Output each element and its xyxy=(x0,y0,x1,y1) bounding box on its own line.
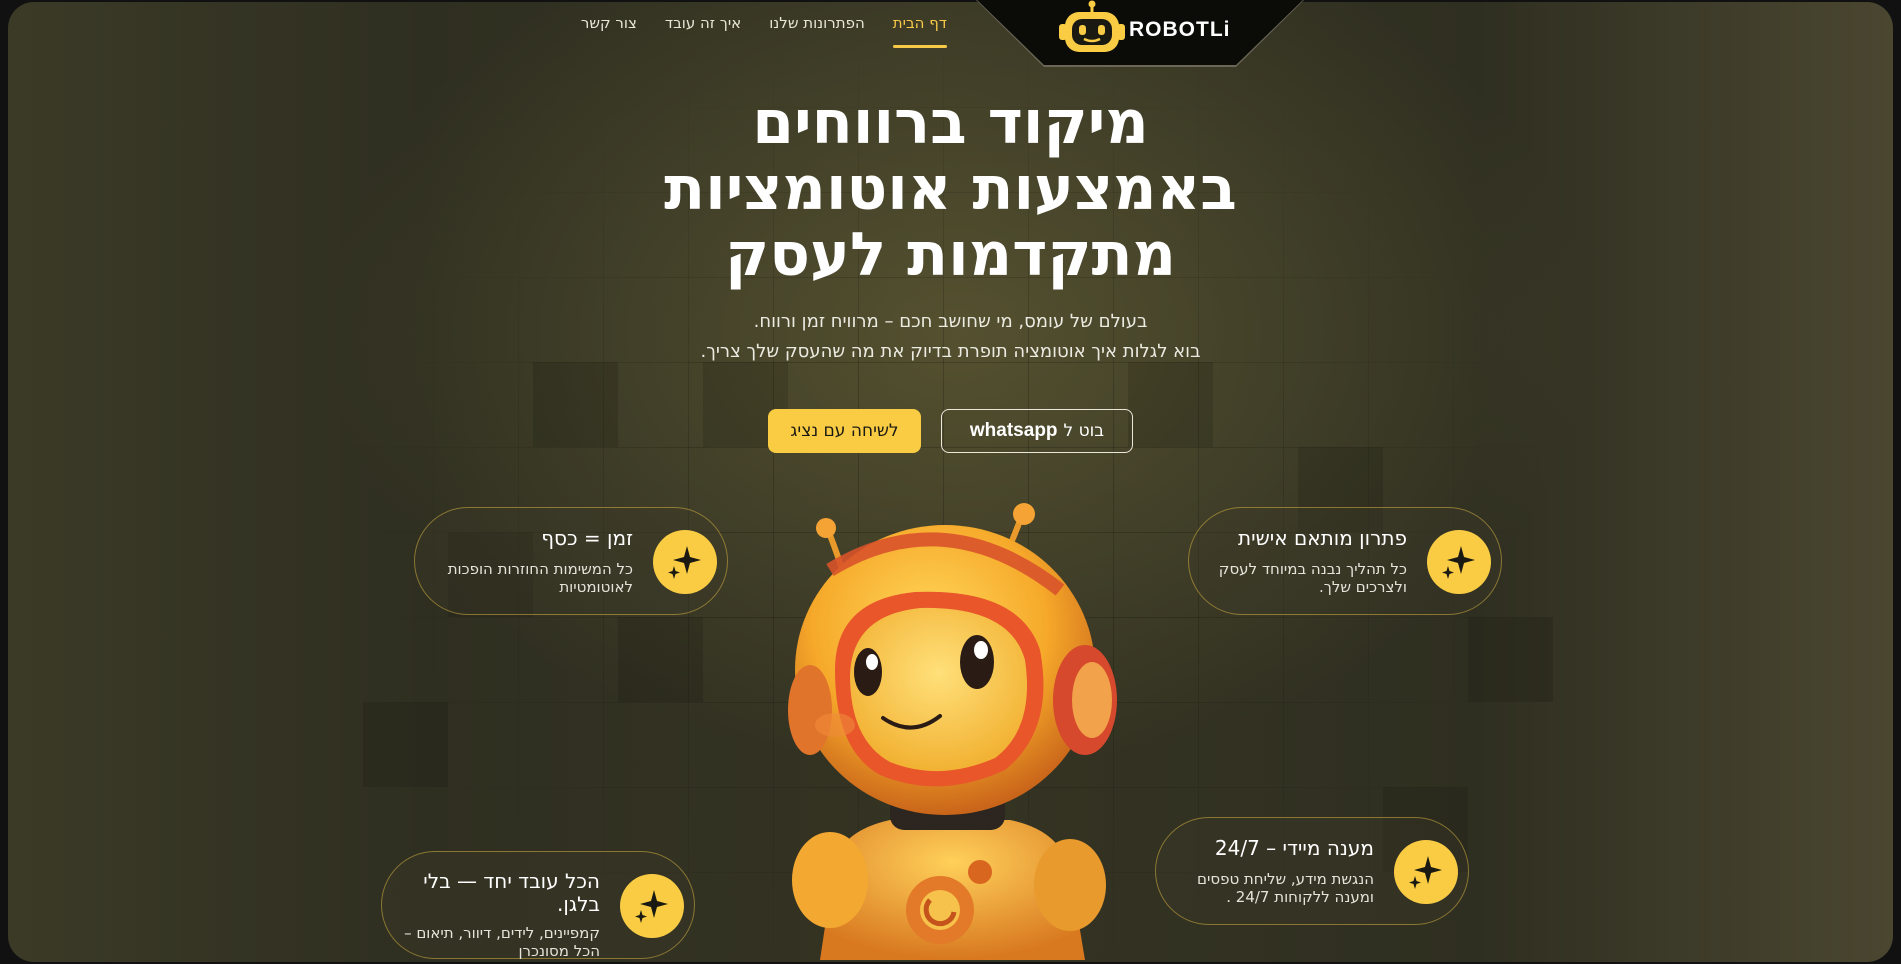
feature-card-custom-solution: פתרון מותאם אישית כל תהליך נבנה במיוחד ל… xyxy=(1188,507,1502,615)
whatsapp-bot-brand: whatsapp xyxy=(969,420,1058,441)
feature-description: הנגשת מידע, שליחת טפסים ומענה ללקוחות 24… xyxy=(1197,870,1374,906)
hero-subtitle: בעולם של עומס, מי שחושב חכם – מרוויח זמן… xyxy=(0,307,1901,367)
main-nav: דף הבית הפתרונות שלנו איך זה עובד צור קש… xyxy=(567,12,961,48)
feature-title: מענה מיידי – 24/7 xyxy=(1214,836,1374,860)
whatsapp-bot-prefix: בוט ל xyxy=(1063,421,1105,441)
hero-title-line: מתקדמות לעסק xyxy=(725,220,1176,290)
feature-badge xyxy=(653,530,717,594)
feature-description: כל המשימות החוזרות הופכות לאוטומטיות xyxy=(447,560,633,596)
hero-title-line: באמצעות אוטומציות xyxy=(664,154,1237,224)
sparkles-icon xyxy=(1409,856,1442,889)
robot-head-icon xyxy=(1059,0,1125,60)
whatsapp-bot-button[interactable]: בוט ל whatsapp xyxy=(941,409,1133,453)
nav-item-contact[interactable]: צור קשר xyxy=(567,12,651,48)
nav-item-home[interactable]: דף הבית xyxy=(879,12,961,48)
nav-item-solutions[interactable]: הפתרונות שלנו xyxy=(755,12,879,48)
sparkles-icon xyxy=(635,890,668,923)
feature-title: הכל עובד יחד — בלי בלגן. xyxy=(423,869,600,916)
feature-badge xyxy=(1427,530,1491,594)
feature-badge xyxy=(1394,840,1458,904)
feature-description: כל תהליך נבנה במיוחד לעסק ולצרכים שלך. xyxy=(1218,560,1407,596)
hero-subtitle-line: בוא לגלות איך אוטומציה תופרת בדיוק את מה… xyxy=(700,341,1201,362)
feature-title: זמן = כסף xyxy=(541,526,633,550)
sparkles-icon xyxy=(668,546,701,579)
sparkles-icon xyxy=(1442,546,1475,579)
nav-item-how-it-works[interactable]: איך זה עובד xyxy=(651,12,755,48)
hero-title-line: מיקוד ברווחים xyxy=(752,88,1149,158)
feature-description: קמפיינים, לידים, דיוור, תיאום – הכל מסונ… xyxy=(404,924,600,960)
brand-logo[interactable]: ROBOTLi xyxy=(1059,0,1231,60)
talk-to-agent-button[interactable]: לשיחה עם נציג xyxy=(768,409,921,453)
feature-card-all-in-sync: הכל עובד יחד — בלי בלגן. קמפיינים, לידים… xyxy=(381,851,695,960)
brand-name: ROBOTLi xyxy=(1129,18,1231,41)
robot-mascot-image xyxy=(740,500,1160,964)
hero-title: מיקוד ברווחים באמצעות אוטומציות מתקדמות … xyxy=(0,90,1901,288)
feature-badge xyxy=(620,874,684,938)
feature-card-instant-response: מענה מיידי – 24/7 הנגשת מידע, שליחת טפסי… xyxy=(1155,817,1469,925)
feature-title: פתרון מותאם אישית xyxy=(1238,526,1407,550)
feature-card-time-money: זמן = כסף כל המשימות החוזרות הופכות לאוט… xyxy=(414,507,728,615)
hero-subtitle-line: בעולם של עומס, מי שחושב חכם – מרוויח זמן… xyxy=(753,311,1148,332)
